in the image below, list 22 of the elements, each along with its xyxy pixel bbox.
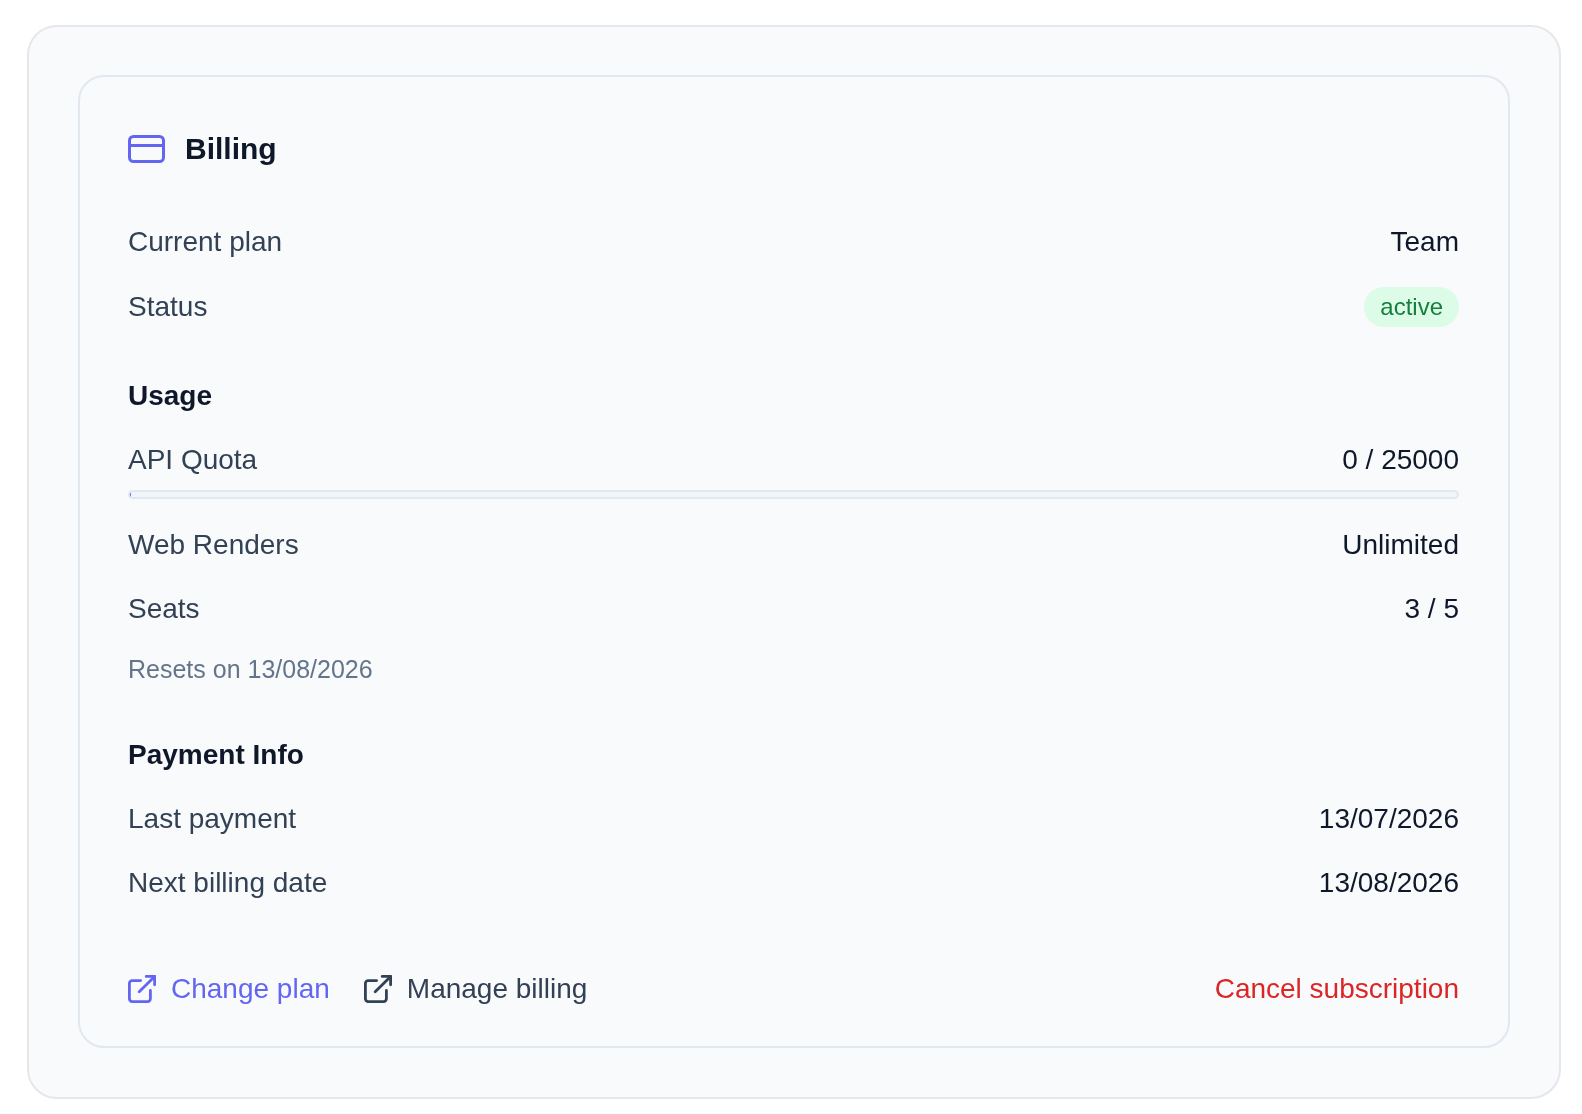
section-heading: Payment Info bbox=[128, 738, 304, 772]
action-link[interactable]: Change plan bbox=[128, 971, 330, 1007]
reset-note: Resets on 13/08/2026 bbox=[128, 654, 373, 684]
field-label: Last payment bbox=[128, 802, 297, 836]
status-badge: active bbox=[1364, 287, 1459, 327]
field-value: 13/07/2026 bbox=[1318, 802, 1459, 836]
field-label: Current plan bbox=[128, 225, 283, 259]
field-label: Seats bbox=[128, 592, 200, 626]
section-heading: Usage bbox=[128, 379, 213, 413]
field-value: Team bbox=[1390, 225, 1459, 259]
field-label: Web Renders bbox=[128, 528, 299, 562]
action-link[interactable]: Manage billing bbox=[363, 971, 588, 1007]
field-value: 13/08/2026 bbox=[1318, 866, 1459, 900]
card-title: Billing bbox=[185, 131, 277, 167]
field-label: Next billing date bbox=[128, 866, 328, 900]
field-label: Status bbox=[128, 290, 208, 324]
field-value: Unlimited bbox=[1342, 528, 1459, 562]
field-value: 0 / 25000 bbox=[1342, 443, 1459, 477]
field-value: 3 / 5 bbox=[1404, 592, 1459, 626]
field-label: API Quota bbox=[128, 443, 258, 477]
cancel-link[interactable]: Cancel subscription bbox=[1214, 971, 1459, 1007]
credit-card-icon bbox=[128, 135, 165, 163]
